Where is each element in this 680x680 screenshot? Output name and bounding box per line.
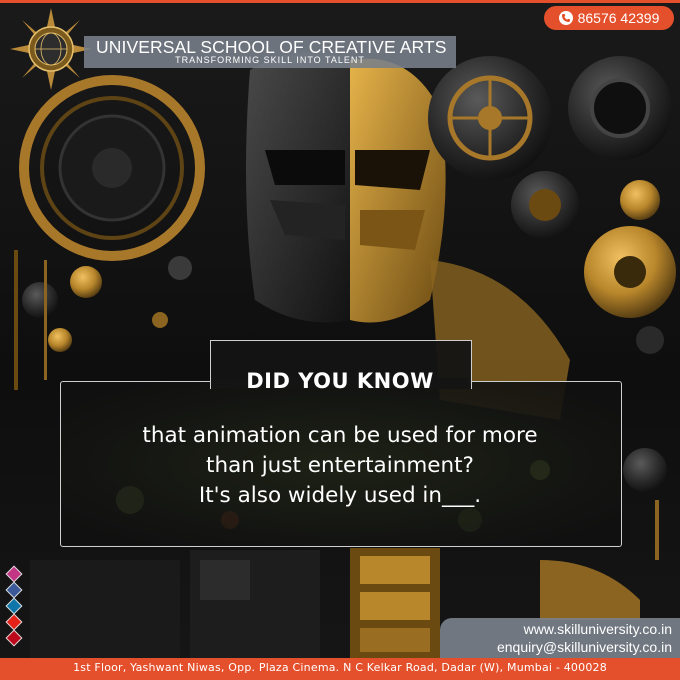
poster: UNIVERSAL SCHOOL OF CREATIVE ARTS TRANSF… [0,0,680,680]
linkedin-icon[interactable] [5,597,23,615]
youtube-icon[interactable] [5,613,23,631]
phone-number: 86576 42399 [577,10,660,26]
facebook-icon[interactable] [5,581,23,599]
school-logo [10,8,92,90]
phone-number-badge[interactable]: 86576 42399 [544,6,674,30]
fact-line: It's also widely used in___. [198,483,482,508]
fact-line: that animation can be used for more [142,423,538,448]
gear-wheel-artwork [428,56,552,180]
instagram-icon[interactable] [5,565,23,583]
website-link[interactable]: www.skilluniversity.co.in [524,621,672,637]
social-icons [5,565,23,648]
fact-line: than just entertainment? [206,453,474,478]
pinterest-icon[interactable] [5,629,23,647]
dark-helmet-artwork [246,52,350,323]
school-tagline: TRANSFORMING SKILL INTO TALENT [175,55,365,65]
address-text: 1st Floor, Yashwant Niwas, Opp. Plaza Ci… [73,661,607,674]
gold-ring-artwork [19,75,205,261]
email-link[interactable]: enquiry@skilluniversity.co.in [497,639,672,655]
fact-text: that animation can be used for more than… [60,421,620,511]
phone-icon [558,11,573,25]
did-you-know-heading: DID YOU KNOW [246,369,434,393]
